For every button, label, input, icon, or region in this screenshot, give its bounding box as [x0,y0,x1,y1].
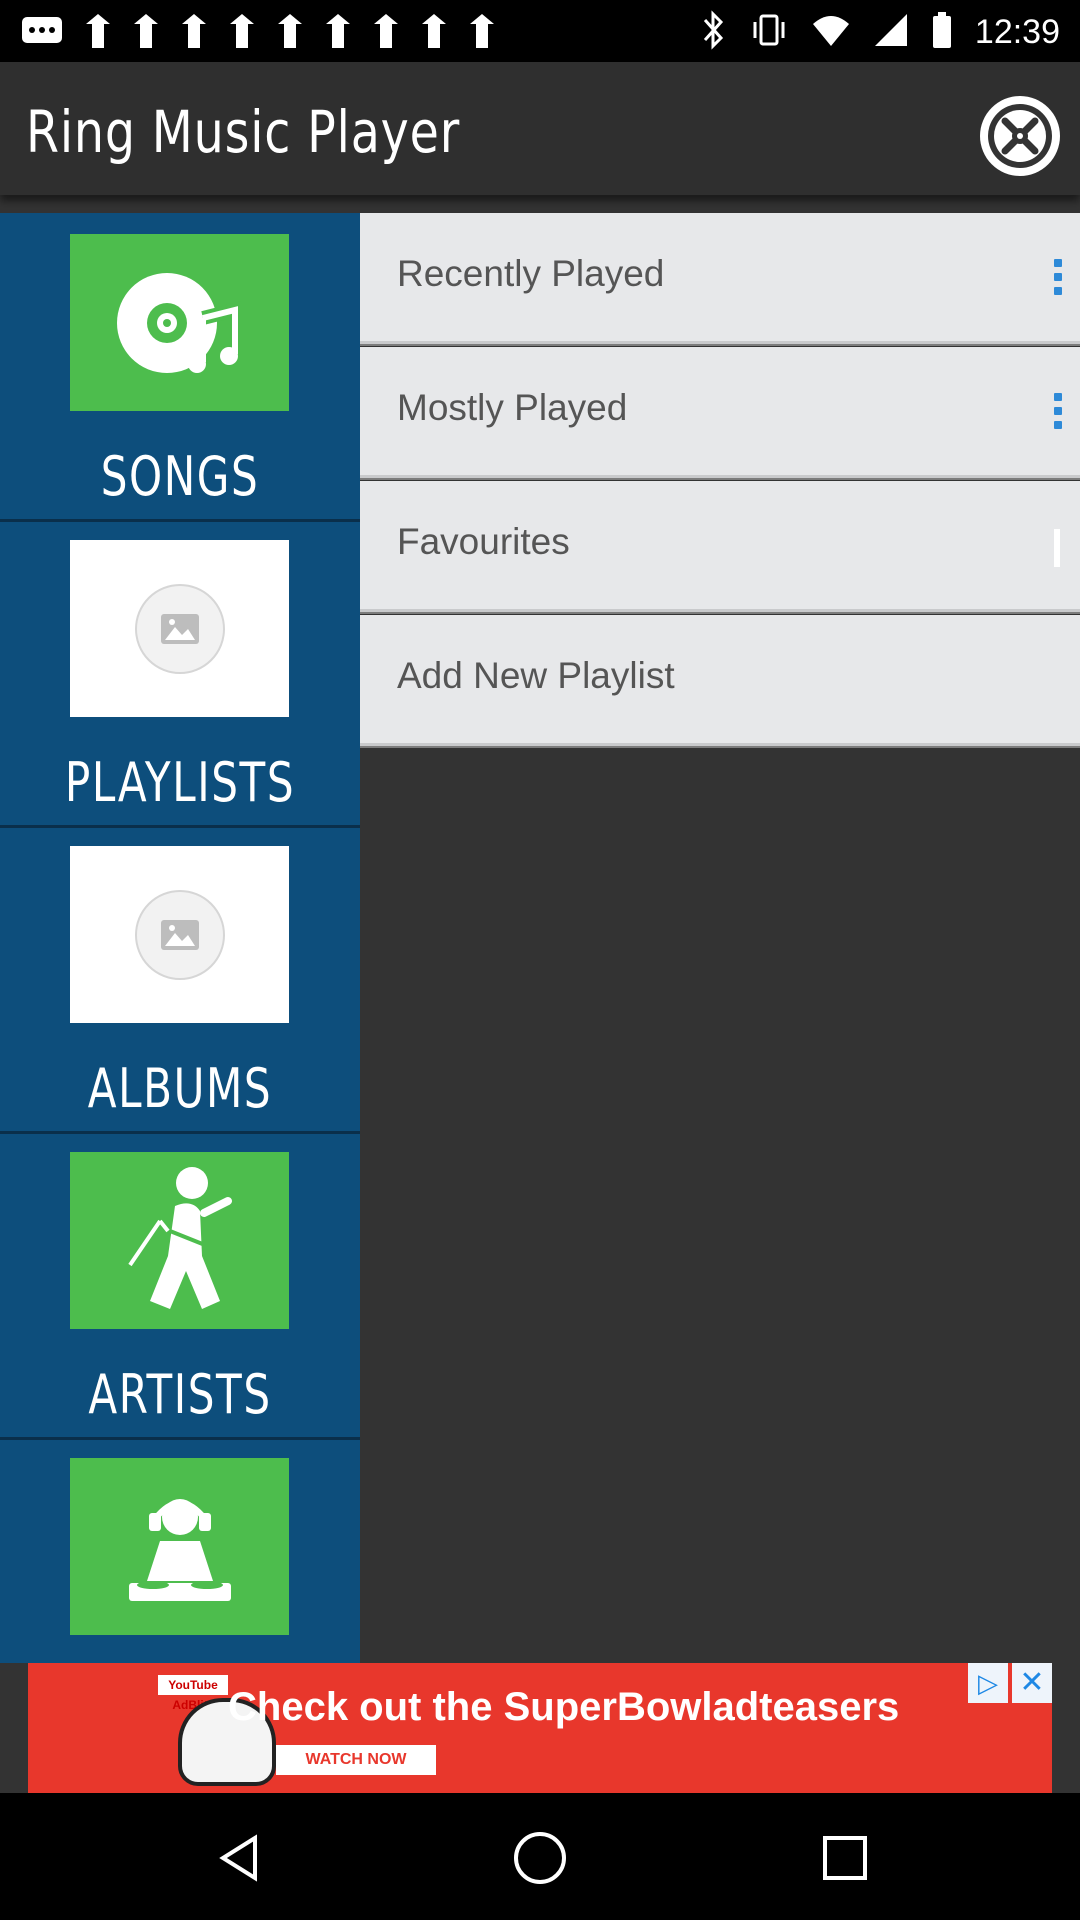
category-sidebar: SONGS PLAYLISTS ALBUMS ARTISTS [0,213,360,1663]
recents-icon [823,1836,867,1880]
notification-icon [228,12,256,58]
albums-tile[interactable] [70,846,289,1023]
notification-icon [372,12,400,58]
wifi-icon [811,10,851,55]
home-icon [514,1832,566,1884]
notification-icon [420,12,448,58]
notification-icon [276,12,304,58]
back-icon [219,1834,257,1882]
category-songs[interactable]: SONGS [0,213,360,522]
music-disc-icon [116,272,242,373]
ad-text: Check out the SuperBowladteasers [228,1685,900,1729]
singer-icon [127,1166,232,1309]
system-status: 12:39 [699,10,1060,55]
category-label: SONGS [100,445,260,508]
category-playlists[interactable]: PLAYLISTS [0,519,360,828]
menu-item-label: Favourites [397,521,570,562]
image-placeholder-icon [134,889,225,980]
artists-tile[interactable] [70,1152,289,1329]
battery-icon [931,10,953,55]
ad-cta-button[interactable]: WATCH NOW [276,1745,436,1775]
playlist-menu: Recently Played Mostly Played Favourites… [360,213,1080,749]
notification-icon [324,12,352,58]
menu-item-label: Recently Played [397,253,665,294]
category-label: ARTISTS [88,1363,272,1426]
recents-button[interactable] [815,1828,875,1888]
category-artists[interactable]: ARTISTS [0,1131,360,1440]
home-button[interactable] [510,1828,570,1888]
more-options-icon[interactable] [1054,259,1062,295]
notification-icon [84,12,112,58]
status-bar: 12:39 [0,0,1080,62]
playlists-tile[interactable] [70,540,289,717]
category-label: ALBUMS [87,1057,273,1120]
tools-icon [988,104,1052,168]
notification-icon [132,12,160,58]
menu-item-favourites[interactable]: Favourites [360,481,1080,612]
back-button[interactable] [210,1828,270,1888]
notification-icon [468,12,496,58]
more-options-icon[interactable] [1054,393,1062,429]
status-time: 12:39 [974,13,1060,51]
songs-tile[interactable] [70,234,289,411]
close-icon[interactable]: ✕ [1012,1663,1052,1703]
menu-item-label: Add New Playlist [397,655,675,696]
bluetooth-icon [699,10,727,55]
notification-icon [180,12,208,58]
category-albums[interactable]: ALBUMS [0,825,360,1134]
menu-item-label: Mostly Played [397,387,628,428]
menu-item-mostly-played[interactable]: Mostly Played [360,347,1080,478]
app-header: Ring Music Player [0,62,1080,195]
notification-icons [20,12,496,58]
handle-icon[interactable] [1054,529,1060,567]
settings-button[interactable] [980,96,1060,176]
dj-tile[interactable] [70,1458,289,1635]
app-title: Ring Music Player [26,98,461,166]
menu-item-recently-played[interactable]: Recently Played [360,213,1080,344]
dj-icon [128,1498,231,1601]
menu-item-add-new-playlist[interactable]: Add New Playlist [360,615,1080,746]
category-label: PLAYLISTS [64,751,296,814]
image-placeholder-icon [134,583,225,674]
signal-icon [873,10,909,55]
message-icon [20,13,64,57]
navigation-bar [0,1793,1080,1920]
ad-banner[interactable]: YouTube AdBlitz Check out the SuperBowla… [28,1663,1052,1793]
vibrate-icon [749,10,789,55]
ad-logo: YouTube AdBlitz [158,1675,228,1712]
adchoices-icon[interactable]: ▷ [968,1663,1008,1703]
